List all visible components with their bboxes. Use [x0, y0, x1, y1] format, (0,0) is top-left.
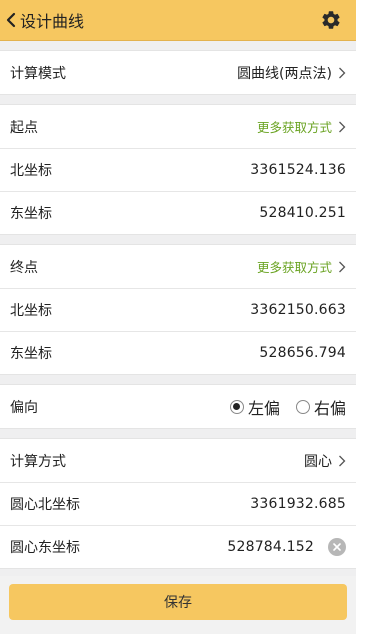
start-more-link[interactable]: 更多获取方式	[257, 117, 346, 136]
end-east-label: 东坐标	[10, 345, 52, 362]
center-east-row: 圆心东坐标 528784.152	[0, 525, 356, 568]
start-north-row: 北坐标 3361524.136	[0, 148, 356, 191]
calc-method-label: 计算方式	[10, 453, 66, 470]
start-east-row: 东坐标 528410.251	[0, 191, 356, 234]
design-curve-screen: 设计曲线 计算模式 圆曲线(两点法) 起点 更多获取方式 北坐标 3361524…	[0, 0, 356, 634]
top-bar: 设计曲线	[0, 0, 356, 41]
start-east-input[interactable]: 528410.251	[259, 205, 346, 221]
start-north-input[interactable]: 3361524.136	[250, 162, 346, 178]
chevron-right-icon	[339, 121, 346, 132]
radio-unchecked-icon	[295, 399, 310, 414]
save-button[interactable]: 保存	[9, 584, 347, 620]
end-north-input[interactable]: 3362150.663	[250, 302, 346, 318]
end-point-row: 终点 更多获取方式	[0, 245, 356, 288]
chevron-left-icon	[6, 12, 16, 28]
calc-mode-value: 圆曲线(两点法)	[237, 63, 346, 83]
center-north-label: 圆心北坐标	[10, 496, 80, 513]
chevron-right-icon	[339, 67, 346, 78]
footer-bar: 保存	[0, 576, 356, 634]
calc-method-row[interactable]: 计算方式 圆心	[0, 439, 356, 482]
calc-mode-label: 计算模式	[10, 65, 66, 82]
end-more-link-label: 更多获取方式	[256, 260, 332, 275]
center-east-label: 圆心东坐标	[10, 539, 80, 556]
calc-method-section: 计算方式 圆心 圆心北坐标 3361932.685 圆心东坐标 528784.1…	[0, 438, 356, 569]
start-point-row: 起点 更多获取方式	[0, 105, 356, 148]
offset-radio-group: 左偏 右偏	[214, 395, 346, 419]
center-east-input[interactable]: 528784.152	[227, 539, 314, 555]
end-more-link[interactable]: 更多获取方式	[257, 257, 346, 276]
calc-mode-row[interactable]: 计算模式 圆曲线(两点法)	[0, 51, 356, 94]
chevron-right-icon	[339, 455, 346, 466]
end-north-row: 北坐标 3362150.663	[0, 288, 356, 331]
end-point-label: 终点	[10, 259, 38, 276]
calc-method-value: 圆心	[304, 451, 346, 471]
calc-method-selected: 圆心	[304, 453, 332, 470]
start-point-label: 起点	[10, 119, 38, 136]
center-east-value: 528784.152	[227, 537, 346, 556]
offset-label: 偏向	[10, 399, 38, 416]
calc-mode-section: 计算模式 圆曲线(两点法)	[0, 50, 356, 95]
calc-mode-selected: 圆曲线(两点法)	[237, 65, 332, 82]
end-east-row: 东坐标 528656.794	[0, 331, 356, 374]
gear-icon[interactable]	[320, 9, 342, 31]
close-icon	[333, 542, 341, 551]
offset-left-radio[interactable]: 左偏	[229, 395, 280, 419]
center-north-input[interactable]: 3361932.685	[250, 496, 346, 512]
start-point-section: 起点 更多获取方式 北坐标 3361524.136 东坐标 528410.251	[0, 104, 356, 235]
clear-input-button[interactable]	[328, 537, 346, 556]
end-east-input[interactable]: 528656.794	[259, 345, 346, 361]
offset-right-radio[interactable]: 右偏	[295, 395, 346, 419]
start-north-label: 北坐标	[10, 162, 52, 179]
end-point-section: 终点 更多获取方式 北坐标 3362150.663 东坐标 528656.794	[0, 244, 356, 375]
offset-section: 偏向 左偏 右偏	[0, 384, 356, 429]
offset-right-label: 右偏	[313, 398, 346, 418]
chevron-right-icon	[339, 261, 346, 272]
center-north-row: 圆心北坐标 3361932.685	[0, 482, 356, 525]
offset-left-label: 左偏	[247, 398, 280, 418]
radio-checked-icon	[229, 399, 244, 414]
offset-row: 偏向 左偏 右偏	[0, 385, 356, 428]
end-north-label: 北坐标	[10, 302, 52, 319]
page-title: 设计曲线	[20, 12, 85, 31]
start-more-link-label: 更多获取方式	[256, 120, 332, 135]
back-button[interactable]: 设计曲线	[0, 0, 84, 40]
start-east-label: 东坐标	[10, 205, 52, 222]
